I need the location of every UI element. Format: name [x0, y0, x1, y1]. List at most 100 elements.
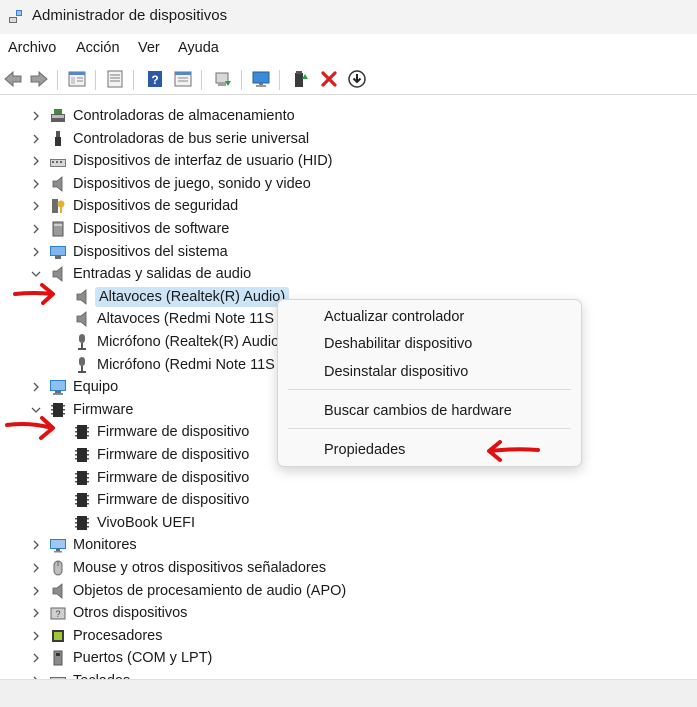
chevron-right-icon[interactable] — [30, 110, 42, 122]
tree-item-label: Teclados — [73, 671, 130, 679]
device-manager-icon — [8, 8, 24, 24]
annotation-arrow-icon — [13, 283, 55, 305]
tree-item-label: Monitores — [73, 537, 137, 554]
help-icon[interactable]: ? — [144, 68, 166, 90]
tree-item-label: Firmware de dispositivo — [97, 447, 250, 463]
chevron-right-icon[interactable] — [30, 630, 42, 642]
storage-controller-icon — [49, 107, 67, 125]
tree-category[interactable]: Puertos (COM y LPT) — [0, 647, 697, 669]
svg-text:?: ? — [151, 73, 158, 87]
tree-category[interactable]: Monitores — [0, 534, 697, 556]
tree-device[interactable]: VivoBook UEFI — [0, 512, 697, 534]
chevron-right-icon[interactable] — [30, 178, 42, 190]
menu-separator — [288, 389, 571, 390]
forward-icon[interactable] — [28, 68, 50, 90]
firmware-icon — [73, 446, 91, 464]
tree-item-label: Dispositivos de juego, sonido y video — [73, 175, 311, 192]
tree-item-label: Objetos de procesamiento de audio (APO) — [73, 582, 347, 599]
hid-icon — [49, 152, 67, 170]
monitor-scan-icon[interactable] — [250, 68, 272, 90]
speaker-icon — [49, 582, 67, 600]
tree-device[interactable]: Firmware de dispositivo — [0, 489, 697, 511]
enable-device-icon[interactable] — [290, 68, 312, 90]
menu-archivo[interactable]: Archivo — [8, 40, 56, 56]
tree-item-label: Firmware de dispositivo — [97, 424, 250, 441]
annotation-arrow-icon — [487, 440, 540, 462]
chevron-right-icon[interactable] — [30, 652, 42, 664]
download-icon[interactable] — [346, 68, 368, 90]
tree-item-label: Altavoces (Redmi Note 11S — [97, 311, 275, 328]
firmware-icon — [73, 514, 91, 532]
chevron-right-icon[interactable] — [30, 155, 42, 167]
chevron-right-icon[interactable] — [30, 607, 42, 619]
chevron-right-icon[interactable] — [30, 539, 42, 551]
tree-item-label: Dispositivos de interfaz de usuario (HID… — [73, 153, 333, 170]
update-driver-icon[interactable] — [212, 68, 234, 90]
tree-category[interactable]: Dispositivos del sistema — [0, 241, 697, 263]
menu-separator — [288, 428, 571, 429]
computer-icon — [49, 378, 67, 396]
chevron-right-icon[interactable] — [30, 562, 42, 574]
view-pane-icon[interactable] — [172, 68, 194, 90]
tree-category[interactable]: Teclados — [0, 670, 697, 679]
view-icon[interactable] — [104, 68, 126, 90]
annotation-arrow-icon — [5, 416, 55, 440]
chevron-right-icon[interactable] — [30, 246, 42, 258]
back-icon[interactable] — [2, 68, 24, 90]
port-icon — [49, 649, 67, 667]
toolbar: ? — [0, 64, 697, 95]
uninstall-icon[interactable] — [318, 68, 340, 90]
chevron-right-icon[interactable] — [30, 223, 42, 235]
tree-item-label: Altavoces (Realtek(R) Audio) — [95, 286, 290, 307]
tree-device[interactable]: Firmware de dispositivo — [0, 467, 697, 489]
software-device-icon — [49, 220, 67, 238]
tree-item-label: Firmware de dispositivo — [97, 469, 250, 486]
key-icon — [49, 197, 67, 215]
tree-category[interactable]: Dispositivos de interfaz de usuario (HID… — [0, 150, 697, 172]
tree-category[interactable]: Dispositivos de juego, sonido y video — [0, 173, 697, 195]
tree-category[interactable]: Mouse y otros dispositivos señaladores — [0, 557, 697, 579]
tree-category[interactable]: Controladoras de almacenamiento — [0, 105, 697, 127]
window-title: Administrador de dispositivos — [32, 7, 228, 24]
status-bar — [0, 679, 697, 707]
tree-item-label: VivoBook UEFI — [97, 514, 196, 531]
tree-category[interactable]: Entradas y salidas de audio — [0, 263, 697, 285]
chevron-right-icon[interactable] — [30, 200, 42, 212]
tree-item-label: Dispositivos del sistema — [73, 243, 228, 260]
tree-category[interactable]: Procesadores — [0, 625, 697, 647]
chevron-right-icon[interactable] — [30, 133, 42, 145]
tree-item-label: Controladoras de bus serie universal — [73, 130, 310, 147]
tree-item-label: Entradas y salidas de audio — [73, 266, 252, 283]
menu-actualizar-controlador[interactable]: Actualizar controlador — [278, 305, 581, 333]
tree-category[interactable]: ? Otros dispositivos — [0, 602, 697, 624]
tree-item-label: Micrófono (Realtek(R) Audio — [97, 334, 280, 350]
firmware-icon — [73, 469, 91, 487]
speaker-icon — [49, 175, 67, 193]
properties-icon[interactable] — [66, 68, 88, 90]
menu-ayuda[interactable]: Ayuda — [178, 40, 219, 56]
firmware-icon — [73, 491, 91, 509]
system-device-icon — [49, 243, 67, 261]
chevron-right-icon[interactable] — [30, 381, 42, 393]
tree-category[interactable]: Objetos de procesamiento de audio (APO) — [0, 580, 697, 602]
tree-category[interactable]: Dispositivos de software — [0, 218, 697, 240]
tree-item-label: Firmware — [73, 401, 134, 418]
tree-category[interactable]: Dispositivos de seguridad — [0, 195, 697, 217]
speaker-icon — [73, 310, 91, 328]
menu-buscar-cambios-hardware[interactable]: Buscar cambios de hardware — [278, 399, 581, 427]
firmware-icon — [73, 423, 91, 441]
menu-deshabilitar-dispositivo[interactable]: Deshabilitar dispositivo — [278, 332, 581, 360]
tree-item-label: Mouse y otros dispositivos señaladores — [73, 560, 327, 576]
menu-accion[interactable]: Acción — [76, 40, 120, 56]
chevron-down-icon[interactable] — [30, 268, 42, 280]
tree-category[interactable]: Controladoras de bus serie universal — [0, 128, 697, 150]
tree-item-label: Otros dispositivos — [73, 605, 188, 622]
chevron-right-icon[interactable] — [30, 585, 42, 597]
menu-desinstalar-dispositivo[interactable]: Desinstalar dispositivo — [278, 360, 581, 388]
tree-item-label: Puertos (COM y LPT) — [73, 650, 213, 667]
tree-item-label: Procesadores — [73, 627, 163, 644]
menu-ver[interactable]: Ver — [138, 40, 160, 56]
tree-item-label: Micrófono (Redmi Note 11S — [97, 356, 275, 373]
tree-item-label: Dispositivos de software — [73, 221, 230, 237]
tree-item-label: Controladoras de almacenamiento — [73, 108, 295, 124]
